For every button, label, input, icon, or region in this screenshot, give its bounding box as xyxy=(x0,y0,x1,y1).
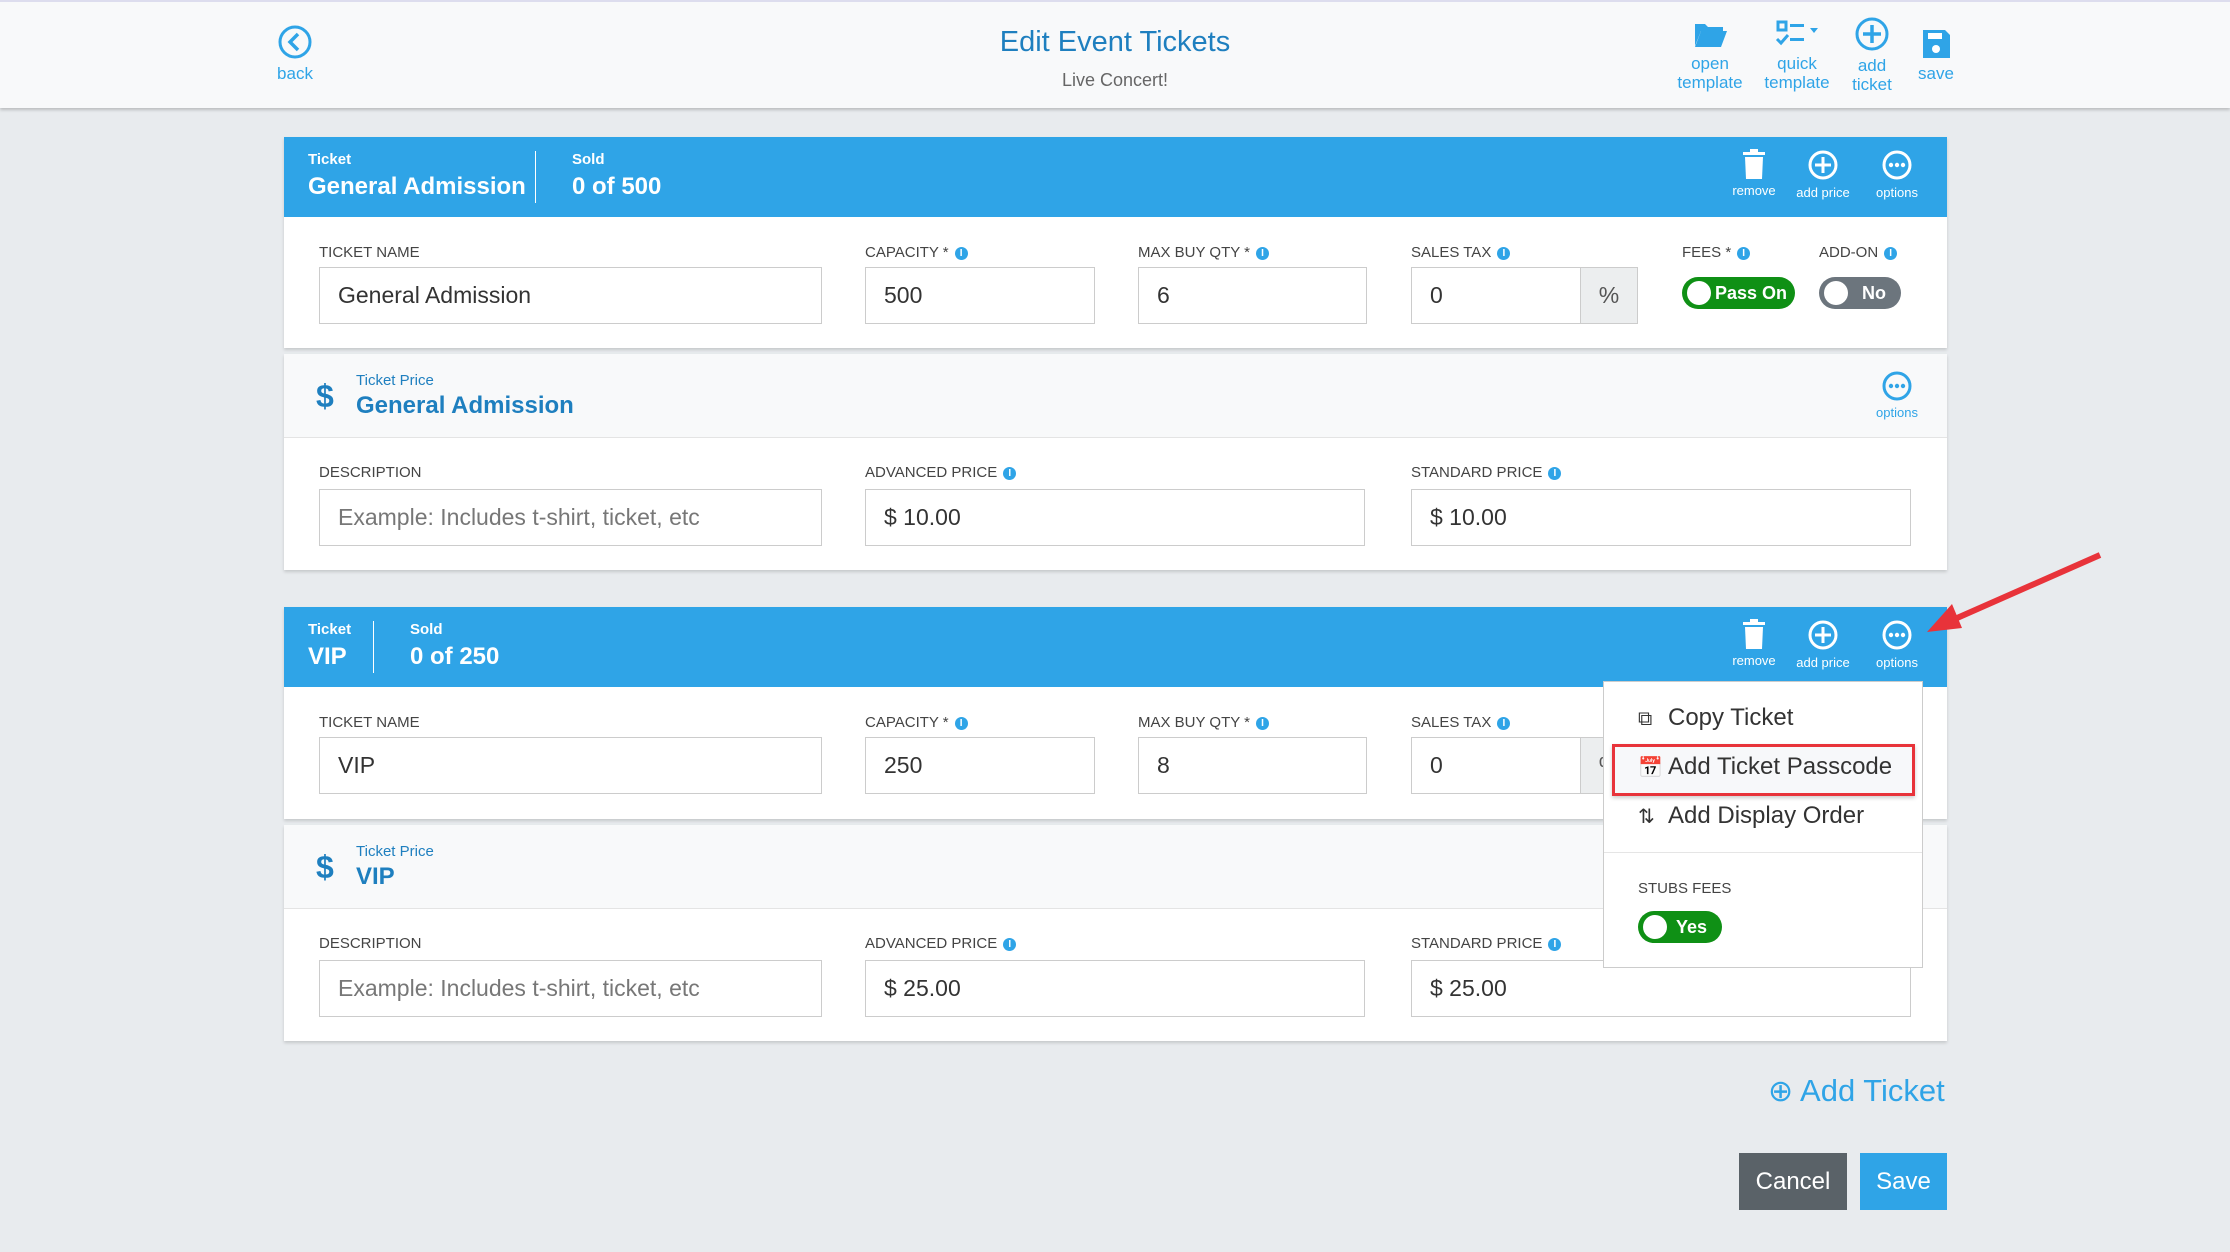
max-buy-input[interactable]: 6 xyxy=(1138,267,1367,324)
info-icon: i xyxy=(1497,247,1511,260)
top-header: back Edit Event Tickets Live Concert! op… xyxy=(0,0,2230,108)
trash-icon xyxy=(1743,149,1765,179)
capacity-input[interactable]: 250 xyxy=(865,737,1095,794)
advanced-price-input[interactable]: $ 10.00 xyxy=(865,489,1365,546)
max-buy-input[interactable]: 8 xyxy=(1138,737,1367,794)
ticket-header: Ticket VIP Sold 0 of 250 remove add pric… xyxy=(284,607,1947,687)
menu-item-copy-ticket[interactable]: ⧉ Copy Ticket xyxy=(1638,704,1793,732)
info-icon: i xyxy=(954,247,968,260)
ticket-name-input[interactable]: VIP xyxy=(319,737,822,794)
plus-circle-icon xyxy=(1808,620,1838,650)
info-icon: i xyxy=(954,717,968,730)
description-input[interactable]: Example: Includes t-shirt, ticket, etc xyxy=(319,960,822,1017)
add-price-button[interactable]: add price xyxy=(1788,149,1858,200)
description-input[interactable]: Example: Includes t-shirt, ticket, etc xyxy=(319,489,822,546)
capacity-input[interactable]: 500 xyxy=(865,267,1095,324)
dollar-icon: $ xyxy=(316,849,334,885)
ticket-title: General Admission xyxy=(308,173,526,200)
info-icon: i xyxy=(1497,717,1511,730)
fees-toggle[interactable]: Pass On xyxy=(1682,277,1795,309)
info-icon: i xyxy=(1003,467,1017,480)
menu-item-add-display-order[interactable]: ⇅ Add Display Order xyxy=(1638,802,1864,830)
sold-count: 0 of 500 xyxy=(572,173,662,200)
calendar-clock-icon: 📅 xyxy=(1638,757,1663,779)
info-icon: i xyxy=(1548,938,1562,951)
standard-price-input[interactable]: $ 25.00 xyxy=(1411,960,1911,1017)
floppy-icon xyxy=(1923,30,1950,58)
percent-addon: % xyxy=(1580,267,1638,324)
info-icon: i xyxy=(1737,247,1751,260)
checklist-icon xyxy=(1775,20,1818,46)
info-icon: i xyxy=(1884,247,1898,260)
ellipsis-circle-icon xyxy=(1882,371,1912,401)
stubs-fees-toggle[interactable]: Yes xyxy=(1638,911,1722,943)
addon-toggle[interactable]: No xyxy=(1819,277,1901,309)
copy-icon: ⧉ xyxy=(1638,708,1653,730)
open-template-button[interactable]: open template xyxy=(1668,18,1752,92)
annotation-arrow-icon xyxy=(1927,552,2102,632)
ticket-name-input[interactable]: General Admission xyxy=(319,267,822,324)
remove-button[interactable]: remove xyxy=(1719,149,1789,198)
price-card-general-admission: $ Ticket Price General Admission options D… xyxy=(284,354,1947,570)
add-price-button[interactable]: add price xyxy=(1788,619,1858,670)
menu-item-add-ticket-passcode[interactable]: 📅 Add Ticket Passcode xyxy=(1638,753,1892,781)
ticket-header: Ticket General Admission Sold 0 of 500 r… xyxy=(284,137,1947,217)
options-button[interactable]: options xyxy=(1862,149,1932,200)
info-icon: i xyxy=(1255,247,1269,260)
add-ticket-link[interactable]: ⊕ Add Ticket xyxy=(1768,1073,1945,1109)
quick-template-button[interactable]: quick template xyxy=(1755,18,1839,92)
plus-circle-icon: ⊕ xyxy=(1768,1075,1794,1108)
info-icon: i xyxy=(1003,938,1017,951)
sales-tax-input[interactable]: 0 xyxy=(1411,737,1581,794)
add-ticket-toolbar-button[interactable]: add ticket xyxy=(1846,16,1898,94)
info-icon: i xyxy=(1255,717,1269,730)
remove-button[interactable]: remove xyxy=(1719,619,1789,668)
info-icon: i xyxy=(1548,467,1562,480)
price-title: General Admission xyxy=(356,392,574,419)
save-button[interactable]: Save xyxy=(1860,1153,1947,1210)
sales-tax-input[interactable]: 0 xyxy=(1411,267,1581,324)
save-toolbar-button[interactable]: save xyxy=(1910,28,1962,83)
price-title: VIP xyxy=(356,863,395,890)
options-dropdown-menu: ⧉ Copy Ticket 📅 Add Ticket Passcode ⇅ Add D… xyxy=(1603,681,1923,968)
plus-circle-icon xyxy=(1808,150,1838,180)
cancel-button[interactable]: Cancel xyxy=(1739,1153,1847,1210)
ticket-card-general-admission: Ticket General Admission Sold 0 of 500 r… xyxy=(284,137,1947,348)
sort-order-icon: ⇅ xyxy=(1638,806,1655,828)
ticket-title: VIP xyxy=(308,643,347,670)
dollar-icon: $ xyxy=(316,378,334,414)
price-options-button[interactable]: options xyxy=(1862,370,1932,420)
sold-count: 0 of 250 xyxy=(410,643,500,670)
trash-icon xyxy=(1743,619,1765,649)
folder-open-icon xyxy=(1695,24,1727,47)
advanced-price-input[interactable]: $ 25.00 xyxy=(865,960,1365,1017)
plus-circle-icon xyxy=(1855,17,1889,51)
standard-price-input[interactable]: $ 10.00 xyxy=(1411,489,1911,546)
ellipsis-circle-icon xyxy=(1882,150,1912,180)
